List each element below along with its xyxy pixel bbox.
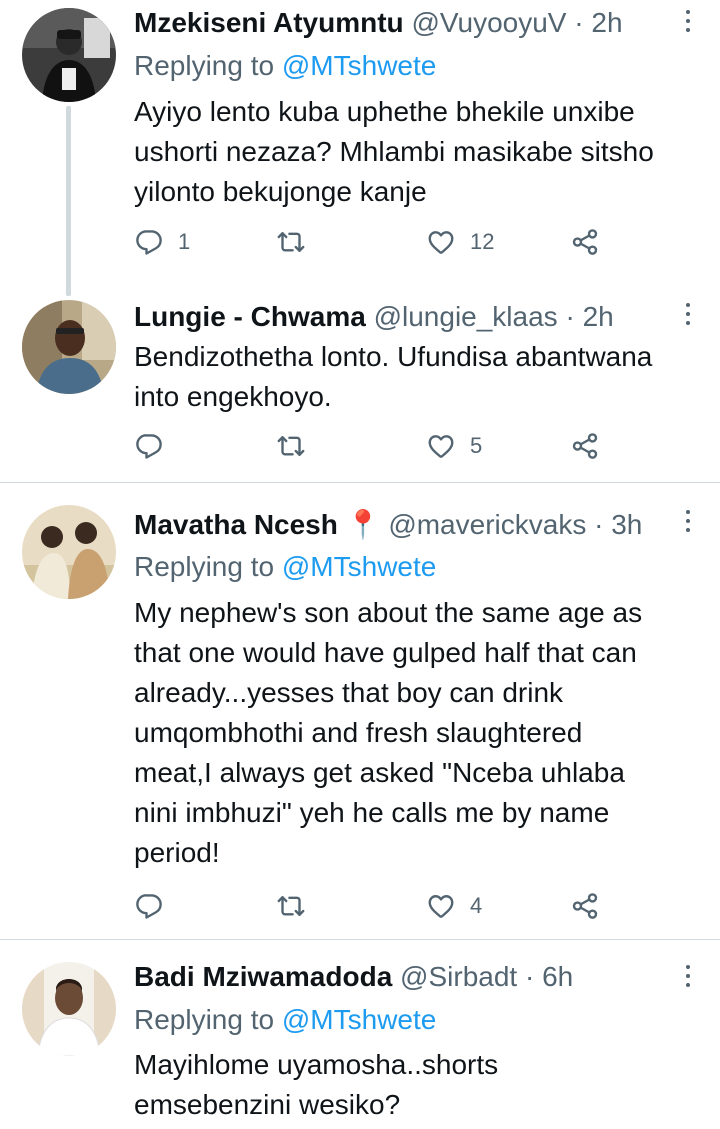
separator-dot: ·	[565, 301, 575, 332]
tweet-text-line: meat,I always get asked "Nceba uhlaba	[134, 757, 625, 788]
tweet-actions: 5	[134, 426, 614, 466]
replying-to: Replying to @MTshwete	[134, 547, 436, 587]
tweet-text: Bendizothetha lonto. Ufundisa abantwana …	[134, 337, 704, 417]
replying-to-label: Replying to	[134, 551, 282, 582]
separator-dot: ·	[574, 7, 584, 38]
share-icon	[570, 431, 600, 461]
tweet-text-line: period!	[134, 837, 220, 868]
share-icon	[570, 227, 600, 257]
tweet-text-line: emsebenzini wesiko?	[134, 1089, 401, 1120]
display-name[interactable]: Badi Mziwamadoda	[134, 961, 392, 992]
tweet-actions: 4	[134, 886, 614, 926]
like-count: 4	[470, 893, 483, 918]
mention-link[interactable]: @MTshwete	[282, 50, 436, 81]
user-handle[interactable]: @Sirbadt	[400, 961, 517, 992]
share-button[interactable]	[570, 886, 600, 926]
replying-to-label: Replying to	[134, 1004, 282, 1035]
tweet-header: Lungie - Chwama @lungie_klaas · 2h	[134, 297, 660, 337]
mention-link[interactable]: @MTshwete	[282, 551, 436, 582]
avatar[interactable]	[22, 505, 116, 599]
pin-emoji: 📍	[345, 509, 381, 540]
timestamp[interactable]: 2h	[591, 7, 622, 38]
avatar[interactable]	[22, 962, 116, 1056]
reply-icon	[134, 891, 164, 921]
like-icon	[426, 891, 456, 921]
tweet[interactable]: Mavatha Ncesh 📍 @maverickvaks · 3h Reply…	[0, 483, 720, 939]
replying-to: Replying to @MTshwete	[134, 46, 436, 86]
reply-icon	[134, 227, 164, 257]
timestamp[interactable]: 2h	[583, 301, 614, 332]
avatar[interactable]	[22, 300, 116, 394]
display-name[interactable]: Mzekiseni Atyumntu	[134, 7, 404, 38]
mention-link[interactable]: @MTshwete	[282, 1004, 436, 1035]
timestamp[interactable]: 3h	[611, 509, 642, 540]
tweet[interactable]: Lungie - Chwama @lungie_klaas · 2h Bendi…	[0, 296, 720, 482]
share-button[interactable]	[570, 222, 600, 262]
retweet-icon	[276, 227, 306, 257]
tweet-header: Mavatha Ncesh 📍 @maverickvaks · 3h	[134, 505, 660, 545]
separator-dot: ·	[594, 509, 604, 540]
like-button[interactable]: 4	[426, 886, 482, 926]
tweet-text-line: umqombhothi and fresh slaughtered	[134, 717, 583, 748]
tweet-text: Ayiyo lento kuba uphethe bhekile unxibe …	[134, 92, 704, 212]
tweet[interactable]: Mzekiseni Atyumntu @VuyooyuV · 2h Replyi…	[0, 0, 720, 296]
separator-dot: ·	[524, 961, 535, 992]
like-count: 5	[470, 433, 483, 458]
retweet-icon	[276, 431, 306, 461]
retweet-button[interactable]	[276, 426, 306, 466]
retweet-button[interactable]	[276, 886, 306, 926]
tweet-text-line: Bendizothetha lonto. Ufundisa abantwana	[134, 341, 653, 372]
reply-button[interactable]	[134, 886, 164, 926]
like-button[interactable]: 12	[426, 222, 494, 262]
user-handle[interactable]: @VuyooyuV	[411, 7, 566, 38]
tweet-text-line: that one would have gulped half that can	[134, 637, 637, 668]
reply-count: 1	[178, 229, 191, 254]
replying-to-label: Replying to	[134, 50, 282, 81]
like-icon	[426, 227, 456, 257]
like-count: 12	[470, 229, 495, 254]
like-button[interactable]: 5	[426, 426, 482, 466]
more-options-icon[interactable]	[682, 963, 694, 993]
tweet-header: Mzekiseni Atyumntu @VuyooyuV · 2h	[134, 3, 660, 43]
tweet-feed: Mzekiseni Atyumntu @VuyooyuV · 2h Replyi…	[0, 0, 720, 1129]
more-options-icon[interactable]	[682, 8, 694, 38]
retweet-icon	[276, 891, 306, 921]
more-options-icon[interactable]	[682, 508, 694, 538]
avatar[interactable]	[22, 8, 116, 102]
reply-button[interactable]: 1	[134, 222, 190, 262]
more-options-icon[interactable]	[682, 301, 694, 331]
user-handle[interactable]: @lungie_klaas	[374, 301, 558, 332]
tweet-text-line: Ayiyo lento kuba uphethe bhekile unxibe	[134, 96, 635, 127]
tweet-text-line: My nephew's son about the same age as	[134, 597, 643, 628]
reply-icon	[134, 431, 164, 461]
tweet-text-line: Mayihlome uyamosha..shorts	[134, 1049, 499, 1080]
tweet-text-line: into engekhoyo.	[134, 381, 332, 412]
reply-button[interactable]	[134, 426, 164, 466]
timestamp[interactable]: 6h	[542, 961, 573, 992]
tweet[interactable]: Badi Mziwamadoda @Sirbadt · 6h Replying …	[0, 940, 720, 1129]
replying-to: Replying to @MTshwete	[134, 1000, 436, 1040]
tweet-text: Mayihlome uyamosha..shorts emsebenzini w…	[134, 1045, 704, 1125]
tweet-text-line: nini imbhuzi" yeh he calls me by name	[134, 797, 610, 828]
tweet-text-line: ushorti nezaza? Mhlambi masikabe sitsho	[134, 136, 654, 167]
display-name[interactable]: Lungie - Chwama	[134, 301, 366, 332]
tweet-text-line: already...yesses that boy can drink	[134, 677, 564, 708]
tweet-actions: 1 12	[134, 222, 614, 262]
share-button[interactable]	[570, 426, 600, 466]
display-name[interactable]: Mavatha Ncesh	[134, 509, 338, 540]
retweet-button[interactable]	[276, 222, 306, 262]
user-handle[interactable]: @maverickvaks	[388, 509, 586, 540]
like-icon	[426, 431, 456, 461]
share-icon	[570, 891, 600, 921]
tweet-header: Badi Mziwamadoda @Sirbadt · 6h	[134, 957, 660, 997]
tweet-text-line: yilonto bekujonge kanje	[134, 176, 427, 207]
tweet-text: My nephew's son about the same age as th…	[134, 593, 704, 873]
